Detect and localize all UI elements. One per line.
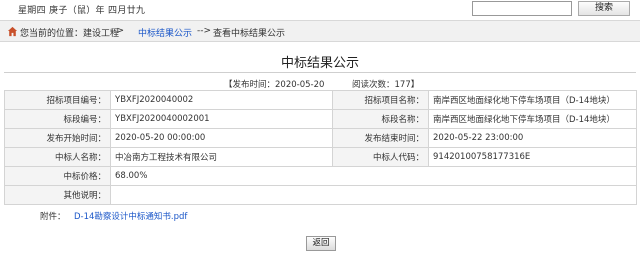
- home-icon: [7, 26, 18, 37]
- label-winner-name: 中标人名称：: [4, 147, 111, 167]
- table-row: 其他说明：: [4, 185, 637, 205]
- notice-panel: 中标结果公示 【发布时间：2020-05-20 阅读次数：177】 招标项目编号…: [0, 46, 640, 260]
- table-row: 招标项目编号： YBXFJ2020040002 招标项目名称： 南岸西区地面绿化…: [4, 90, 637, 110]
- attachment-label: 附件：: [40, 212, 66, 222]
- search-input[interactable]: [472, 1, 572, 16]
- breadcrumb-link-results[interactable]: 中标结果公示: [138, 26, 192, 39]
- view-count: 阅读次数：177】: [352, 80, 420, 90]
- back-button[interactable]: 返回: [306, 236, 336, 251]
- breadcrumb-current: 查看中标结果公示: [213, 29, 286, 39]
- date-text: 星期四 庚子（鼠）年 四月廿九: [18, 6, 146, 16]
- title-divider: [4, 72, 636, 73]
- top-bar: 星期四 庚子（鼠）年 四月廿九 搜索: [0, 0, 640, 18]
- value-winner-name: 中冶南方工程技术有限公司: [110, 147, 333, 167]
- label-other-notes: 其他说明：: [4, 185, 111, 205]
- result-table: 招标项目编号： YBXFJ2020040002 招标项目名称： 南岸西区地面绿化…: [4, 90, 637, 205]
- label-project-code: 招标项目编号：: [4, 90, 111, 110]
- label-winner-code: 中标人代码：: [332, 147, 429, 167]
- value-start-time: 2020-05-20 00:00:00: [110, 128, 333, 148]
- label-project-name: 招标项目名称：: [332, 90, 429, 110]
- value-project-code: YBXFJ2020040002: [110, 90, 333, 110]
- table-row: 中标价格： 68.00%: [4, 166, 637, 186]
- breadcrumb-prefix: 您当前的位置：建设工程: [20, 29, 120, 39]
- publish-time: 【发布时间：2020-05-20: [224, 80, 325, 90]
- breadcrumb: 您当前的位置：建设工程 --> 中标结果公示 --> 查看中标结果公示: [0, 20, 640, 42]
- label-end-time: 发布结束时间：: [332, 128, 429, 148]
- page-title: 中标结果公示: [280, 56, 359, 71]
- value-other-notes: [110, 185, 637, 205]
- value-winning-price: 68.00%: [110, 166, 637, 186]
- value-winner-code: 91420100758177316E: [428, 147, 637, 167]
- table-row: 发布开始时间： 2020-05-20 00:00:00 发布结束时间： 2020…: [4, 128, 637, 148]
- table-row: 标段编号： YBXFJ2020040002001 标段名称： 南岸西区地面绿化地…: [4, 109, 637, 129]
- label-section-name: 标段名称：: [332, 109, 429, 129]
- value-project-name: 南岸西区地面绿化地下停车场项目（D-14地块）: [428, 90, 637, 110]
- label-section-code: 标段编号：: [4, 109, 111, 129]
- breadcrumb-separator: -->: [197, 26, 212, 36]
- label-start-time: 发布开始时间：: [4, 128, 111, 148]
- table-row: 中标人名称： 中冶南方工程技术有限公司 中标人代码： 9142010075817…: [4, 147, 637, 167]
- value-section-name: 南岸西区地面绿化地下停车场项目（D-14地块）: [428, 109, 637, 129]
- attachment-link[interactable]: D-14勘察设计中标通知书.pdf: [74, 210, 187, 222]
- value-end-time: 2020-05-22 23:00:00: [428, 128, 637, 148]
- search-button[interactable]: 搜索: [578, 1, 630, 16]
- value-section-code: YBXFJ2020040002001: [110, 109, 333, 129]
- breadcrumb-separator: -->: [110, 26, 125, 36]
- label-winning-price: 中标价格：: [4, 166, 111, 186]
